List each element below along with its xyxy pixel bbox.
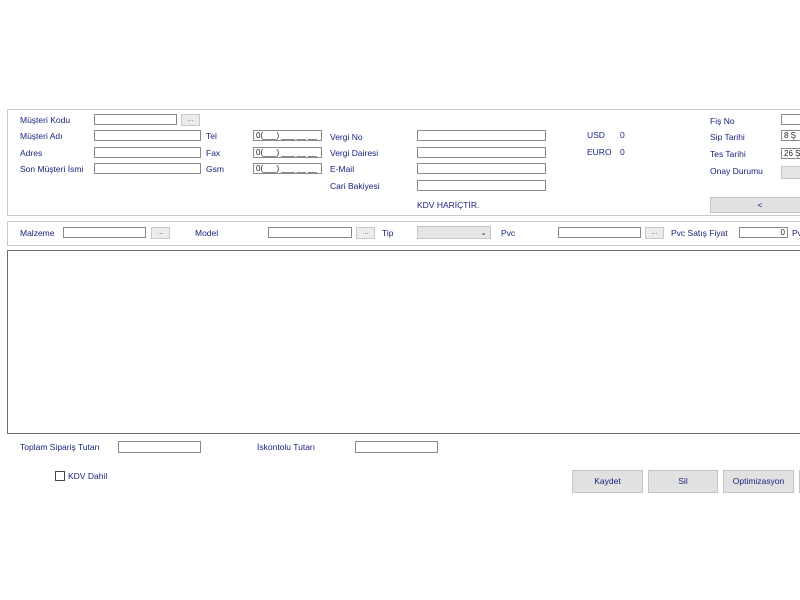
kdv-dahil-label: KDV Dahil <box>68 471 108 481</box>
pvc-satis-fiyat-input[interactable]: 0 <box>739 227 788 238</box>
pvc-satis-fiyat-label: Pvc Satış Fiyat <box>671 228 728 238</box>
son-musteri-label: Son Müşteri İsmi <box>20 164 84 174</box>
kaydet-button[interactable]: Kaydet <box>572 470 643 493</box>
adres-label: Adres <box>20 148 43 158</box>
fis-no-label: Fiş No <box>710 116 735 126</box>
pvc-lookup-button[interactable]: ... <box>645 227 664 239</box>
kdv-dahil-checkbox[interactable] <box>55 471 65 481</box>
tel-label: Tel <box>206 131 217 141</box>
iskontolu-tutar-input[interactable] <box>355 441 438 453</box>
chevron-down-icon: ⌄ <box>480 228 487 237</box>
toplam-siparis-input[interactable] <box>118 441 201 453</box>
cari-bakiyesi-label: Cari Bakiyesi <box>330 181 380 191</box>
vergi-no-label: Vergi No <box>330 132 363 142</box>
fax-input[interactable]: 0(___) ___ __ __ <box>253 147 322 158</box>
fis-no-input[interactable] <box>781 114 800 125</box>
usd-value: 0 <box>620 130 625 140</box>
model-input[interactable] <box>268 227 352 238</box>
sil-button[interactable]: Sil <box>648 470 718 493</box>
sip-tarihi-input[interactable]: 8 Ş <box>781 130 800 141</box>
malzeme-input[interactable] <box>63 227 146 238</box>
usd-label: USD <box>587 130 605 140</box>
malzeme-label: Malzeme <box>20 228 55 238</box>
prev-button[interactable]: < <box>710 197 800 213</box>
tip-select[interactable]: ⌄ <box>417 226 491 239</box>
musteri-kodu-label: Müşteri Kodu <box>20 115 71 125</box>
gsm-label: Gsm <box>206 164 224 174</box>
tes-tarihi-input[interactable]: 26 Ş <box>781 148 800 159</box>
pvc-label: Pvc <box>501 228 516 238</box>
musteri-kodu-input[interactable] <box>94 114 177 125</box>
musteri-kodu-lookup-button[interactable]: ... <box>181 114 200 126</box>
tes-tarihi-label: Tes Tarihi <box>710 149 746 159</box>
son-musteri-input[interactable] <box>94 163 201 174</box>
cari-bakiyesi-input[interactable] <box>417 180 546 191</box>
email-input[interactable] <box>417 163 546 174</box>
euro-label: EURO <box>587 147 612 157</box>
tip-label: Tip <box>382 228 394 238</box>
pvc-input[interactable] <box>558 227 641 238</box>
vergi-no-input[interactable] <box>417 130 546 141</box>
email-label: E-Mail <box>330 164 355 174</box>
musteri-adi-input[interactable] <box>94 130 201 141</box>
iskontolu-tutar-label: İskontolu Tutarı <box>257 442 316 452</box>
onay-durumu-select[interactable] <box>781 166 800 179</box>
onay-durumu-label: Onay Durumu <box>710 166 763 176</box>
malzeme-lookup-button[interactable]: ... <box>151 227 170 239</box>
model-label: Model <box>195 228 219 238</box>
pvc-trailing-label: Pv <box>792 228 800 238</box>
tel-input[interactable]: 0(___) ___ __ __ <box>253 130 322 141</box>
vergi-dairesi-input[interactable] <box>417 147 546 158</box>
optimizasyon-button[interactable]: Optimizasyon <box>723 470 794 493</box>
model-lookup-button[interactable]: ... <box>356 227 375 239</box>
musteri-adi-label: Müşteri Adı <box>20 131 63 141</box>
fax-label: Fax <box>206 148 221 158</box>
vergi-dairesi-label: Vergi Dairesi <box>330 148 379 158</box>
toplam-siparis-label: Toplam Sipariş Tutarı <box>20 442 100 452</box>
euro-value: 0 <box>620 147 625 157</box>
kdv-haric-note: KDV HARİÇTİR. <box>417 200 480 210</box>
gsm-input[interactable]: 0(___) ___ __ __ <box>253 163 322 174</box>
sip-tarihi-label: Sip Tarihi <box>710 132 745 142</box>
adres-input[interactable] <box>94 147 201 158</box>
order-grid[interactable] <box>7 250 800 434</box>
